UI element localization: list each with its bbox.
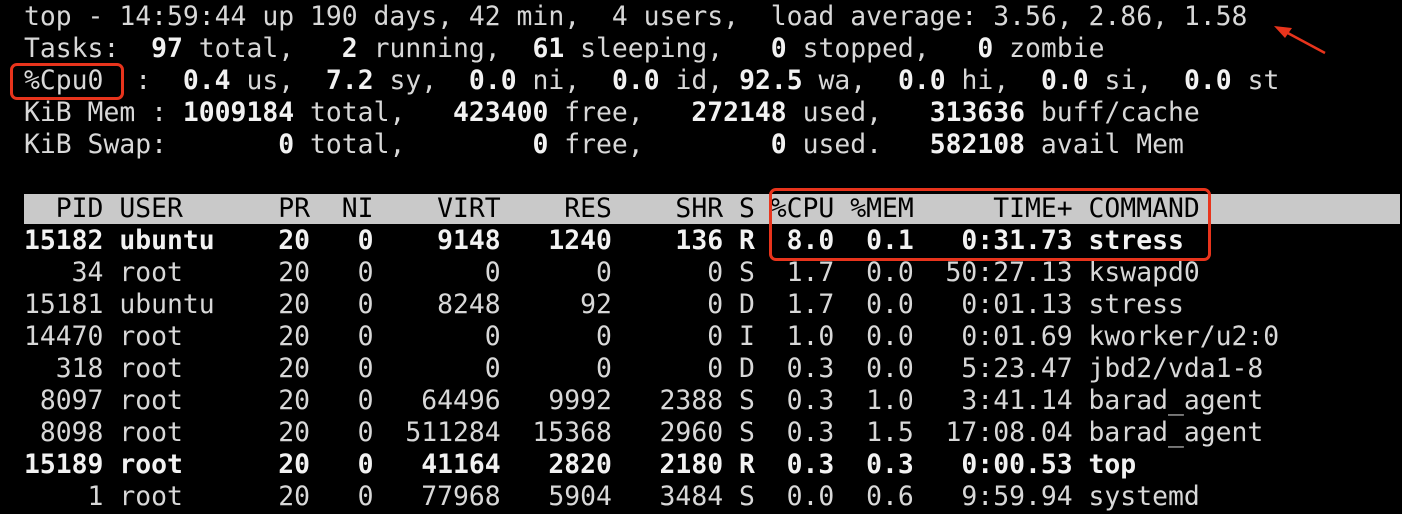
arrow-icon xyxy=(1274,26,1326,55)
